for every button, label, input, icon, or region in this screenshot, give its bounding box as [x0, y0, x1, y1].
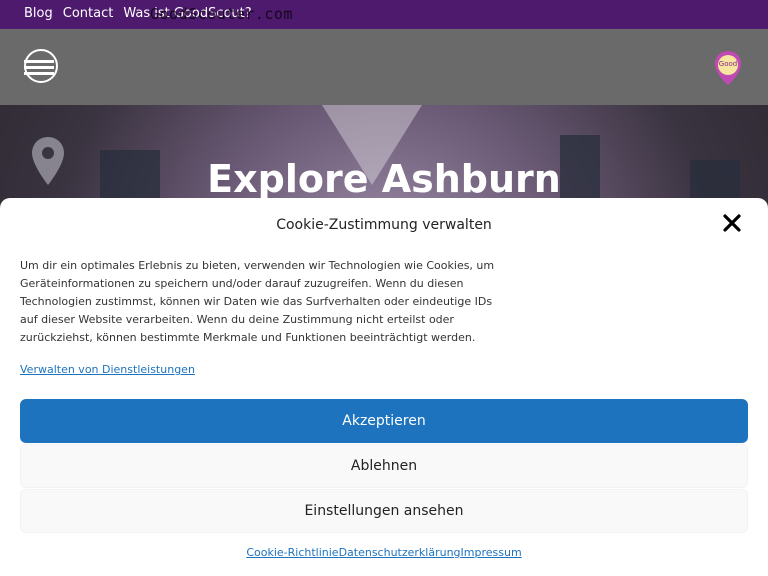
manage-services-link[interactable]: Verwalten von Dienstleistungen: [20, 363, 195, 376]
goodscout-logo-icon[interactable]: Good: [714, 50, 742, 86]
cookie-policy-link[interactable]: Cookie-Richtlinie: [246, 546, 338, 559]
imprint-link[interactable]: Impressum: [461, 546, 522, 559]
cookie-description: Um dir ein optimales Erlebnis zu bieten,…: [20, 259, 495, 344]
hero-title: Explore Ashburn: [207, 157, 561, 201]
top-link-blog[interactable]: Blog: [24, 6, 53, 21]
top-bar: Blog Contact Was ist GoodScout? GoodScou…: [0, 0, 768, 29]
close-icon[interactable]: [720, 211, 744, 235]
deny-button[interactable]: Ablehnen: [20, 444, 748, 488]
accept-button[interactable]: Akzeptieren: [20, 399, 748, 443]
site-header: Good: [0, 29, 768, 105]
cookie-consent-dialog: Cookie-Zustimmung verwalten Um dir ein o…: [0, 198, 768, 576]
view-preferences-button[interactable]: Einstellungen ansehen: [20, 489, 748, 533]
cookie-footer-links: Cookie-Richtlinie Datenschutzerklärung I…: [0, 546, 768, 559]
ghost-site-name: GoodScouter.com: [150, 5, 293, 23]
top-link-contact[interactable]: Contact: [63, 6, 114, 21]
cookie-dialog-title: Cookie-Zustimmung verwalten: [276, 217, 492, 233]
svg-text:Good: Good: [719, 60, 737, 68]
hamburger-menu-icon[interactable]: [24, 49, 58, 83]
privacy-policy-link[interactable]: Datenschutzerklärung: [339, 546, 461, 559]
